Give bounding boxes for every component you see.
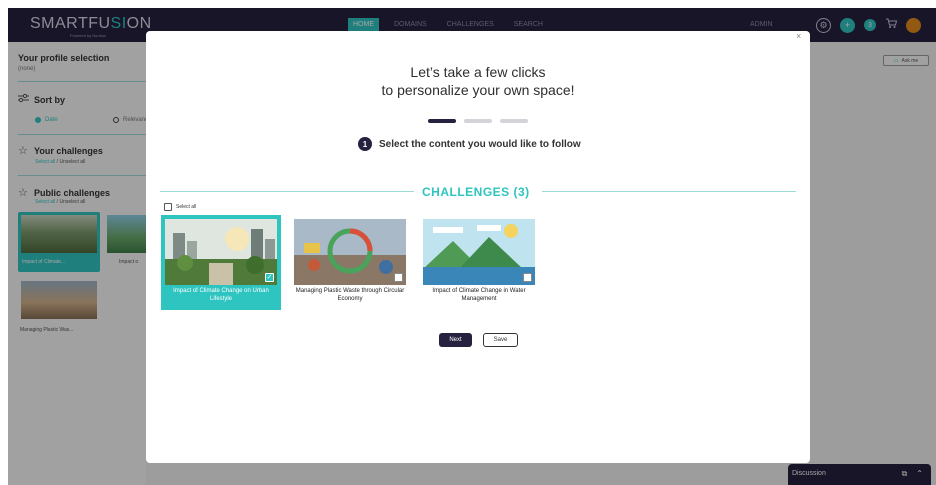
- challenge-card[interactable]: Managing Plastic Waste through Circular …: [290, 215, 410, 310]
- select-all-label: Select all: [176, 204, 197, 210]
- modal-heading: Let’s take a few clicks to personalize y…: [146, 63, 810, 99]
- close-icon[interactable]: ×: [796, 31, 801, 41]
- card-title: Managing Plastic Waste through Circular …: [295, 288, 405, 302]
- section-divider-left: [160, 191, 414, 192]
- challenge-image: [423, 219, 535, 285]
- step-3-indicator: [500, 119, 528, 123]
- section-title: CHALLENGES (3): [422, 185, 530, 199]
- checkbox[interactable]: [164, 203, 172, 211]
- personalize-modal: × Let’s take a few clicks to personalize…: [146, 31, 810, 463]
- select-all-checkbox[interactable]: Select all: [164, 203, 196, 211]
- card-title: Impact of Climate Change in Water Manage…: [432, 288, 526, 302]
- challenge-card[interactable]: Impact of Climate Change in Water Manage…: [419, 215, 539, 310]
- card-checkbox[interactable]: [523, 273, 532, 282]
- instruction: 1 Select the content you would like to f…: [358, 137, 581, 151]
- card-title: Impact of Climate Change on Urban Lifest…: [173, 288, 269, 302]
- instruction-text: Select the content you would like to fol…: [379, 138, 581, 150]
- card-checkbox[interactable]: [394, 273, 403, 282]
- section-divider-right: [542, 191, 796, 192]
- section-title-text: CHALLENGES: [422, 185, 510, 199]
- heading-line-1: Let’s take a few clicks: [410, 64, 546, 80]
- challenge-card[interactable]: ✓ Impact of Climate Change on Urban Life…: [161, 215, 281, 310]
- step-number: 1: [358, 137, 372, 151]
- heading-line-2: to personalize your own space!: [381, 82, 575, 98]
- section-count: (3): [513, 185, 530, 199]
- save-button[interactable]: Save: [483, 333, 518, 347]
- next-button[interactable]: Next: [439, 333, 472, 347]
- step-1-indicator: [428, 119, 456, 123]
- card-checkbox[interactable]: ✓: [265, 273, 274, 282]
- challenge-image: [294, 219, 406, 285]
- step-indicator: [428, 119, 528, 123]
- step-2-indicator: [464, 119, 492, 123]
- challenge-image: [165, 219, 277, 285]
